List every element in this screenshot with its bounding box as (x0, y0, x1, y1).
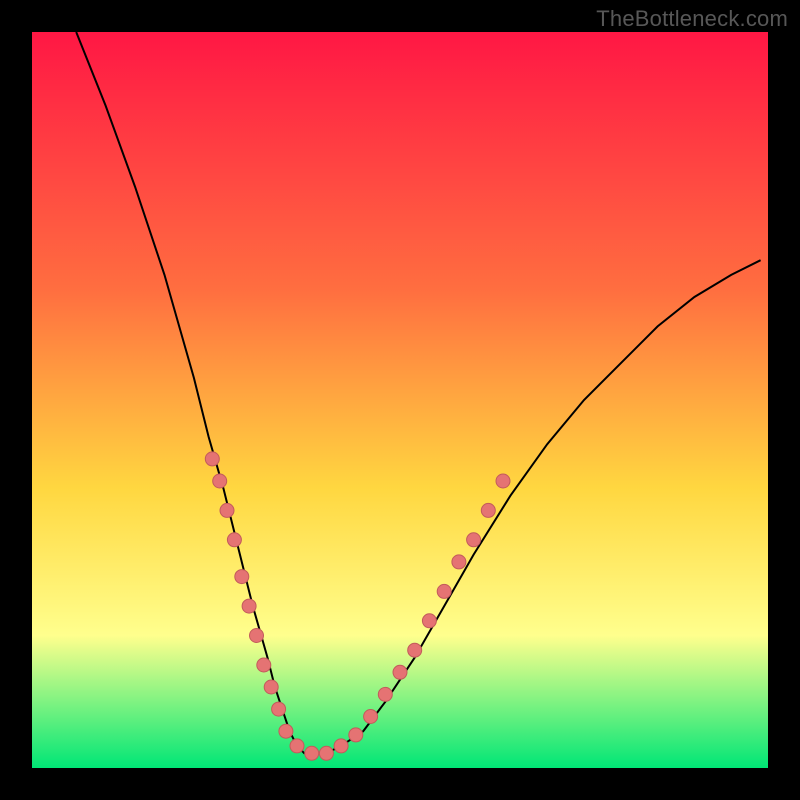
data-point (422, 614, 436, 628)
data-point (264, 680, 278, 694)
data-point (235, 570, 249, 584)
data-point (220, 503, 234, 517)
data-point (290, 739, 304, 753)
data-point (481, 503, 495, 517)
data-point (272, 702, 286, 716)
data-point (250, 629, 264, 643)
data-point (378, 687, 392, 701)
data-point (408, 643, 422, 657)
data-point (227, 533, 241, 547)
data-point (319, 746, 333, 760)
data-point (213, 474, 227, 488)
data-point (205, 452, 219, 466)
data-point (393, 665, 407, 679)
watermark-label: TheBottleneck.com (596, 6, 788, 32)
data-point (452, 555, 466, 569)
data-point (257, 658, 271, 672)
data-point (242, 599, 256, 613)
bottleneck-chart (32, 32, 768, 768)
data-point (305, 746, 319, 760)
data-point (364, 710, 378, 724)
data-point (467, 533, 481, 547)
data-point (496, 474, 510, 488)
data-point (279, 724, 293, 738)
data-point (437, 584, 451, 598)
data-point (334, 739, 348, 753)
gradient-bg (32, 32, 768, 768)
data-point (349, 728, 363, 742)
chart-frame: TheBottleneck.com (0, 0, 800, 800)
plot-area (32, 32, 768, 768)
